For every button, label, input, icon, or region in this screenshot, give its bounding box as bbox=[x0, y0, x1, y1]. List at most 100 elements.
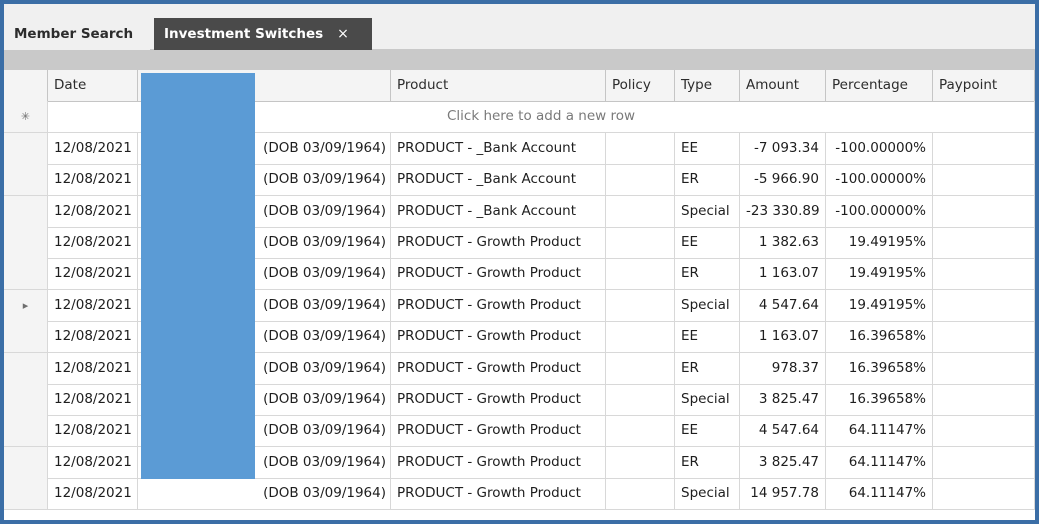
date-cell[interactable]: 12/08/2021 bbox=[48, 132, 138, 165]
policy-cell[interactable] bbox=[606, 289, 675, 322]
date-cell[interactable]: 12/08/2021 bbox=[48, 415, 138, 448]
paypoint-cell[interactable] bbox=[933, 164, 1035, 197]
paypoint-cell[interactable] bbox=[933, 321, 1035, 354]
table-row[interactable]: 12/08/2021 (DOB 03/09/1964) PRODUCT - Grow… bbox=[4, 478, 1035, 511]
date-cell[interactable]: 12/08/2021 bbox=[48, 164, 138, 197]
date-cell[interactable]: 12/08/2021 bbox=[48, 258, 138, 291]
percentage-cell[interactable]: -100.00000% bbox=[826, 195, 933, 228]
type-cell[interactable]: EE bbox=[675, 415, 740, 448]
date-cell[interactable]: 12/08/2021 bbox=[48, 384, 138, 416]
close-icon[interactable]: × bbox=[337, 26, 349, 42]
column-header-product[interactable]: Product bbox=[391, 70, 606, 102]
product-cell[interactable]: PRODUCT - Growth Product bbox=[391, 446, 606, 479]
date-cell[interactable]: 12/08/2021 bbox=[48, 321, 138, 354]
date-cell[interactable]: 12/08/2021 bbox=[48, 289, 138, 322]
policy-cell[interactable] bbox=[606, 352, 675, 385]
percentage-cell[interactable]: 19.49195% bbox=[826, 258, 933, 291]
type-cell[interactable]: ER bbox=[675, 446, 740, 479]
type-cell[interactable]: Special bbox=[675, 195, 740, 228]
product-cell[interactable]: PRODUCT - Growth Product bbox=[391, 478, 606, 511]
percentage-cell[interactable]: -100.00000% bbox=[826, 132, 933, 165]
product-cell[interactable]: PRODUCT - Growth Product bbox=[391, 289, 606, 322]
amount-cell[interactable]: 3 825.47 bbox=[740, 384, 826, 416]
column-header-type[interactable]: Type bbox=[675, 70, 740, 102]
amount-cell[interactable]: 3 825.47 bbox=[740, 446, 826, 479]
amount-cell[interactable]: -7 093.34 bbox=[740, 132, 826, 165]
policy-cell[interactable] bbox=[606, 478, 675, 511]
product-cell[interactable]: PRODUCT - _Bank Account bbox=[391, 132, 606, 165]
amount-cell[interactable]: 4 547.64 bbox=[740, 415, 826, 448]
tab-member-search[interactable]: Member Search bbox=[4, 18, 150, 50]
row-indicator-cell bbox=[4, 258, 48, 291]
tab-investment-switches[interactable]: Investment Switches × bbox=[154, 18, 372, 50]
policy-cell[interactable] bbox=[606, 446, 675, 479]
percentage-cell[interactable]: 16.39658% bbox=[826, 384, 933, 416]
paypoint-cell[interactable] bbox=[933, 384, 1035, 416]
policy-cell[interactable] bbox=[606, 415, 675, 448]
amount-cell[interactable]: -5 966.90 bbox=[740, 164, 826, 197]
paypoint-cell[interactable] bbox=[933, 258, 1035, 291]
amount-cell[interactable]: 1 163.07 bbox=[740, 258, 826, 291]
paypoint-cell[interactable] bbox=[933, 132, 1035, 165]
product-cell[interactable]: PRODUCT - Growth Product bbox=[391, 321, 606, 354]
column-header-paypoint[interactable]: Paypoint bbox=[933, 70, 1035, 102]
type-cell[interactable]: EE bbox=[675, 132, 740, 165]
policy-cell[interactable] bbox=[606, 321, 675, 354]
date-cell[interactable]: 12/08/2021 bbox=[48, 446, 138, 479]
policy-cell[interactable] bbox=[606, 227, 675, 259]
product-cell[interactable]: PRODUCT - Growth Product bbox=[391, 258, 606, 291]
date-cell[interactable]: 12/08/2021 bbox=[48, 478, 138, 511]
column-header-date[interactable]: Date bbox=[48, 70, 138, 102]
product-cell[interactable]: PRODUCT - Growth Product bbox=[391, 227, 606, 259]
product-cell[interactable]: PRODUCT - _Bank Account bbox=[391, 195, 606, 228]
type-cell[interactable]: EE bbox=[675, 321, 740, 354]
policy-cell[interactable] bbox=[606, 132, 675, 165]
column-header-amount[interactable]: Amount bbox=[740, 70, 826, 102]
percentage-cell[interactable]: 64.11147% bbox=[826, 446, 933, 479]
group-panel bbox=[4, 50, 1035, 70]
percentage-cell[interactable]: 64.11147% bbox=[826, 415, 933, 448]
paypoint-cell[interactable] bbox=[933, 478, 1035, 511]
member-cell[interactable]: (DOB 03/09/1964) bbox=[138, 478, 391, 511]
date-cell[interactable]: 12/08/2021 bbox=[48, 195, 138, 228]
paypoint-cell[interactable] bbox=[933, 446, 1035, 479]
product-cell[interactable]: PRODUCT - _Bank Account bbox=[391, 164, 606, 197]
policy-cell[interactable] bbox=[606, 195, 675, 228]
policy-cell[interactable] bbox=[606, 384, 675, 416]
type-cell[interactable]: ER bbox=[675, 164, 740, 197]
paypoint-cell[interactable] bbox=[933, 289, 1035, 322]
type-cell[interactable]: EE bbox=[675, 227, 740, 259]
column-header-policy[interactable]: Policy bbox=[606, 70, 675, 102]
row-indicator-cell bbox=[4, 415, 48, 448]
percentage-cell[interactable]: 16.39658% bbox=[826, 352, 933, 385]
type-cell[interactable]: ER bbox=[675, 258, 740, 291]
type-cell[interactable]: Special bbox=[675, 384, 740, 416]
percentage-cell[interactable]: 19.49195% bbox=[826, 289, 933, 322]
amount-cell[interactable]: 4 547.64 bbox=[740, 289, 826, 322]
column-header-percentage[interactable]: Percentage bbox=[826, 70, 933, 102]
amount-cell[interactable]: 1 163.07 bbox=[740, 321, 826, 354]
date-cell[interactable]: 12/08/2021 bbox=[48, 227, 138, 259]
type-cell[interactable]: Special bbox=[675, 289, 740, 322]
product-cell[interactable]: PRODUCT - Growth Product bbox=[391, 415, 606, 448]
paypoint-cell[interactable] bbox=[933, 352, 1035, 385]
policy-cell[interactable] bbox=[606, 164, 675, 197]
type-cell[interactable]: ER bbox=[675, 352, 740, 385]
paypoint-cell[interactable] bbox=[933, 415, 1035, 448]
policy-cell[interactable] bbox=[606, 258, 675, 291]
member-name-redaction bbox=[141, 73, 255, 479]
product-cell[interactable]: PRODUCT - Growth Product bbox=[391, 384, 606, 416]
amount-cell[interactable]: 978.37 bbox=[740, 352, 826, 385]
percentage-cell[interactable]: 19.49195% bbox=[826, 227, 933, 259]
amount-cell[interactable]: 14 957.78 bbox=[740, 478, 826, 511]
amount-cell[interactable]: -23 330.89 bbox=[740, 195, 826, 228]
percentage-cell[interactable]: 64.11147% bbox=[826, 478, 933, 511]
type-cell[interactable]: Special bbox=[675, 478, 740, 511]
paypoint-cell[interactable] bbox=[933, 227, 1035, 259]
paypoint-cell[interactable] bbox=[933, 195, 1035, 228]
date-cell[interactable]: 12/08/2021 bbox=[48, 352, 138, 385]
percentage-cell[interactable]: -100.00000% bbox=[826, 164, 933, 197]
amount-cell[interactable]: 1 382.63 bbox=[740, 227, 826, 259]
product-cell[interactable]: PRODUCT - Growth Product bbox=[391, 352, 606, 385]
percentage-cell[interactable]: 16.39658% bbox=[826, 321, 933, 354]
